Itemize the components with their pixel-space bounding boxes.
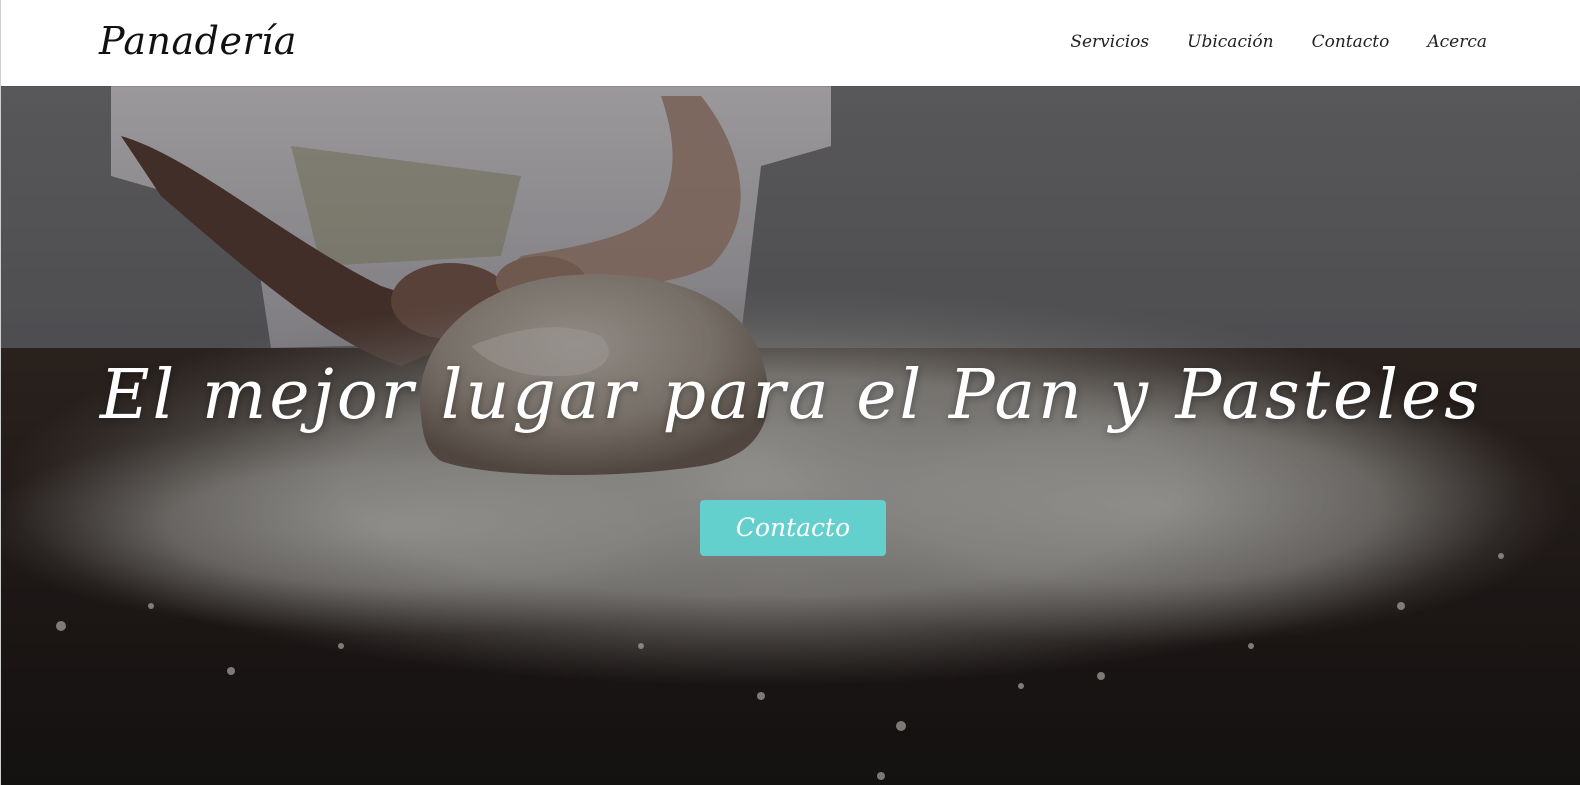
site-header: Panadería Servicios Ubicación Contacto A…	[1, 0, 1580, 86]
site-logo[interactable]: Panadería	[99, 18, 297, 64]
page: Panadería Servicios Ubicación Contacto A…	[0, 0, 1580, 785]
contact-button[interactable]: Contacto	[700, 500, 886, 556]
hero-title: El mejor lugar para el Pan y Pasteles	[99, 356, 1483, 435]
main-nav: Servicios Ubicación Contacto Acerca	[1070, 30, 1487, 54]
nav-link-ubicacion[interactable]: Ubicación	[1187, 30, 1273, 54]
nav-link-contacto[interactable]: Contacto	[1312, 30, 1390, 54]
nav-link-servicios[interactable]: Servicios	[1070, 30, 1149, 54]
nav-link-acerca[interactable]: Acerca	[1427, 30, 1487, 54]
hero-section: El mejor lugar para el Pan y Pasteles Co…	[1, 86, 1580, 785]
